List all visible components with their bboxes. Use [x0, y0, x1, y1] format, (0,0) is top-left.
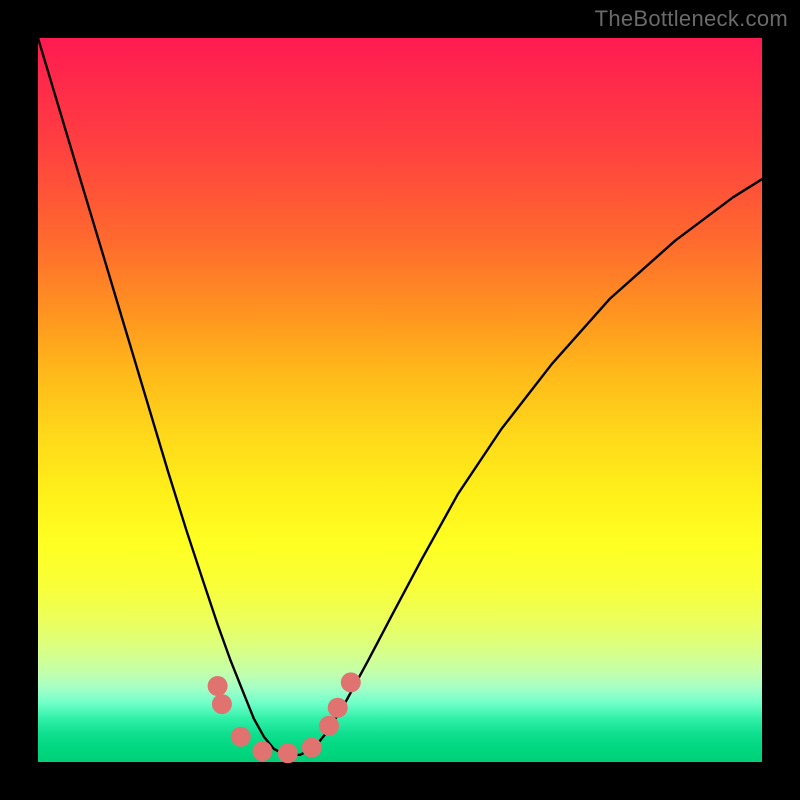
highlight-dots: [208, 672, 361, 763]
plot-area: [38, 38, 762, 762]
highlight-dot: [278, 743, 298, 763]
highlight-dot: [208, 676, 228, 696]
highlight-dot: [302, 738, 322, 758]
highlight-dot: [231, 727, 251, 747]
highlight-dot: [212, 694, 232, 714]
bottleneck-curve: [38, 38, 762, 755]
highlight-dot: [328, 698, 348, 718]
watermark-text: TheBottleneck.com: [595, 6, 788, 32]
highlight-dot: [319, 716, 339, 736]
highlight-dot: [252, 741, 272, 761]
chart-svg: [38, 38, 762, 762]
chart-frame: TheBottleneck.com: [0, 0, 800, 800]
highlight-dot: [341, 672, 361, 692]
